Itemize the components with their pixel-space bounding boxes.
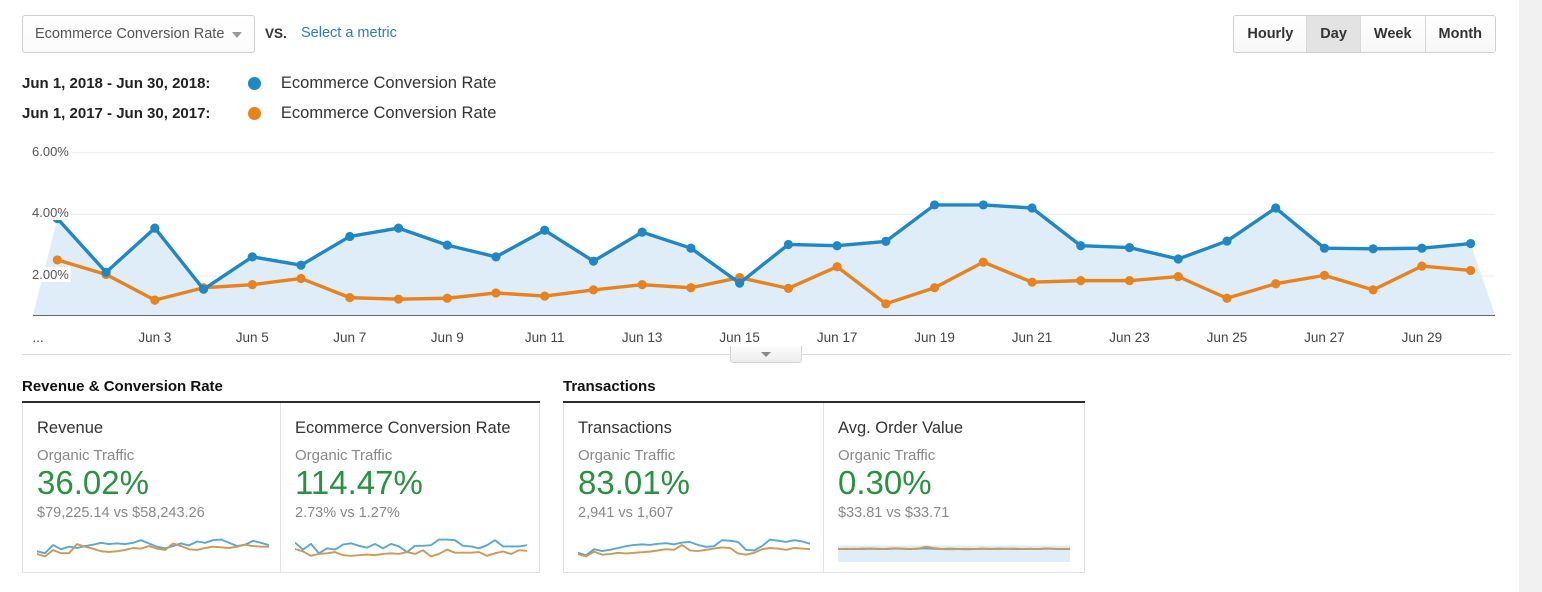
metric-card[interactable]: Transactions Organic Traffic 83.01% 2,94… [564,403,824,572]
card-title: Avg. Order Value [838,419,964,437]
section-title: Revenue & Conversion Rate [22,378,540,403]
x-axis-tick-label: Jun 21 [1011,330,1053,345]
page-gutter [1519,0,1542,592]
card-value: 114.47% [295,464,423,501]
sparkline-chart [838,545,1070,562]
sparkline-chart [295,538,527,558]
x-axis-tick-label: Jun 19 [914,330,955,345]
card-comparison: 2,941 vs 1,607 [578,504,674,521]
x-axis-tick-label: Jun 23 [1109,330,1150,345]
x-axis-tick-label: Jun 13 [621,330,663,345]
metric-card[interactable]: Ecommerce Conversion Rate Organic Traffi… [281,403,539,572]
x-axis-tick-label: Jun 25 [1206,330,1248,345]
x-axis-tick-label: ... [32,330,44,345]
chevron-down-icon [761,352,771,357]
card-segment: Organic Traffic [578,447,676,464]
x-axis-tick-label: Jun 11 [524,330,565,345]
section-title: Transactions [563,378,1085,403]
card-segment: Organic Traffic [838,447,936,464]
x-axis-tick-label: Jun 29 [1401,330,1443,345]
section-revenue-and-conversion-rate: Revenue & Conversion Rate Revenue Organi… [22,378,540,573]
card-segment: Organic Traffic [295,447,393,464]
card-comparison: $33.81 vs $33.71 [838,504,950,521]
x-axis-tick-label: Jun 3 [138,330,172,345]
metric-card-sections: Revenue & Conversion Rate Revenue Organi… [0,378,1519,592]
analytics-panel: Ecommerce Conversion Rate VS. Select a m… [0,0,1519,592]
card-value: 0.30% [838,464,932,501]
timeseries-chart[interactable]: 6.00% 4.00% 2.00% ... Jun 3 Jun 5 Jun 7 Jun … [0,0,1519,370]
card-segment: Organic Traffic [37,447,135,464]
card-group: Revenue Organic Traffic 36.02% $79,225.1… [22,403,540,573]
x-axis-tick-label: Jun 9 [430,330,464,345]
sparkline-chart [578,538,810,558]
chart-canvas [33,151,1495,316]
y-axis-tick-label: 6.00% [30,144,71,159]
section-transactions: Transactions Transactions Organic Traffi… [563,378,1085,573]
card-title: Ecommerce Conversion Rate [295,419,511,437]
card-title: Transactions [578,419,672,437]
card-value: 36.02% [37,464,149,501]
x-axis-tick-label: Jun 5 [235,330,269,345]
metric-card[interactable]: Revenue Organic Traffic 36.02% $79,225.1… [23,403,281,572]
collapse-chart-button[interactable] [730,346,802,363]
card-comparison: 2.73% vs 1.27% [295,504,400,521]
x-axis-tick-label: Jun 17 [816,330,858,345]
x-axis-tick-label: Jun 27 [1304,330,1345,345]
x-axis-tick-label: Jun 15 [719,330,760,345]
card-comparison: $79,225.14 vs $58,243.26 [37,504,205,521]
y-axis-tick-label: 4.00% [30,205,71,220]
metric-card[interactable]: Avg. Order Value Organic Traffic 0.30% $… [824,403,1084,572]
sparkline-chart [37,538,269,558]
card-group: Transactions Organic Traffic 83.01% 2,94… [563,403,1085,573]
x-axis-tick-label: Jun 7 [333,330,367,345]
card-value: 83.01% [578,464,690,501]
y-axis-tick-label: 2.00% [30,267,71,282]
card-title: Revenue [37,419,104,437]
